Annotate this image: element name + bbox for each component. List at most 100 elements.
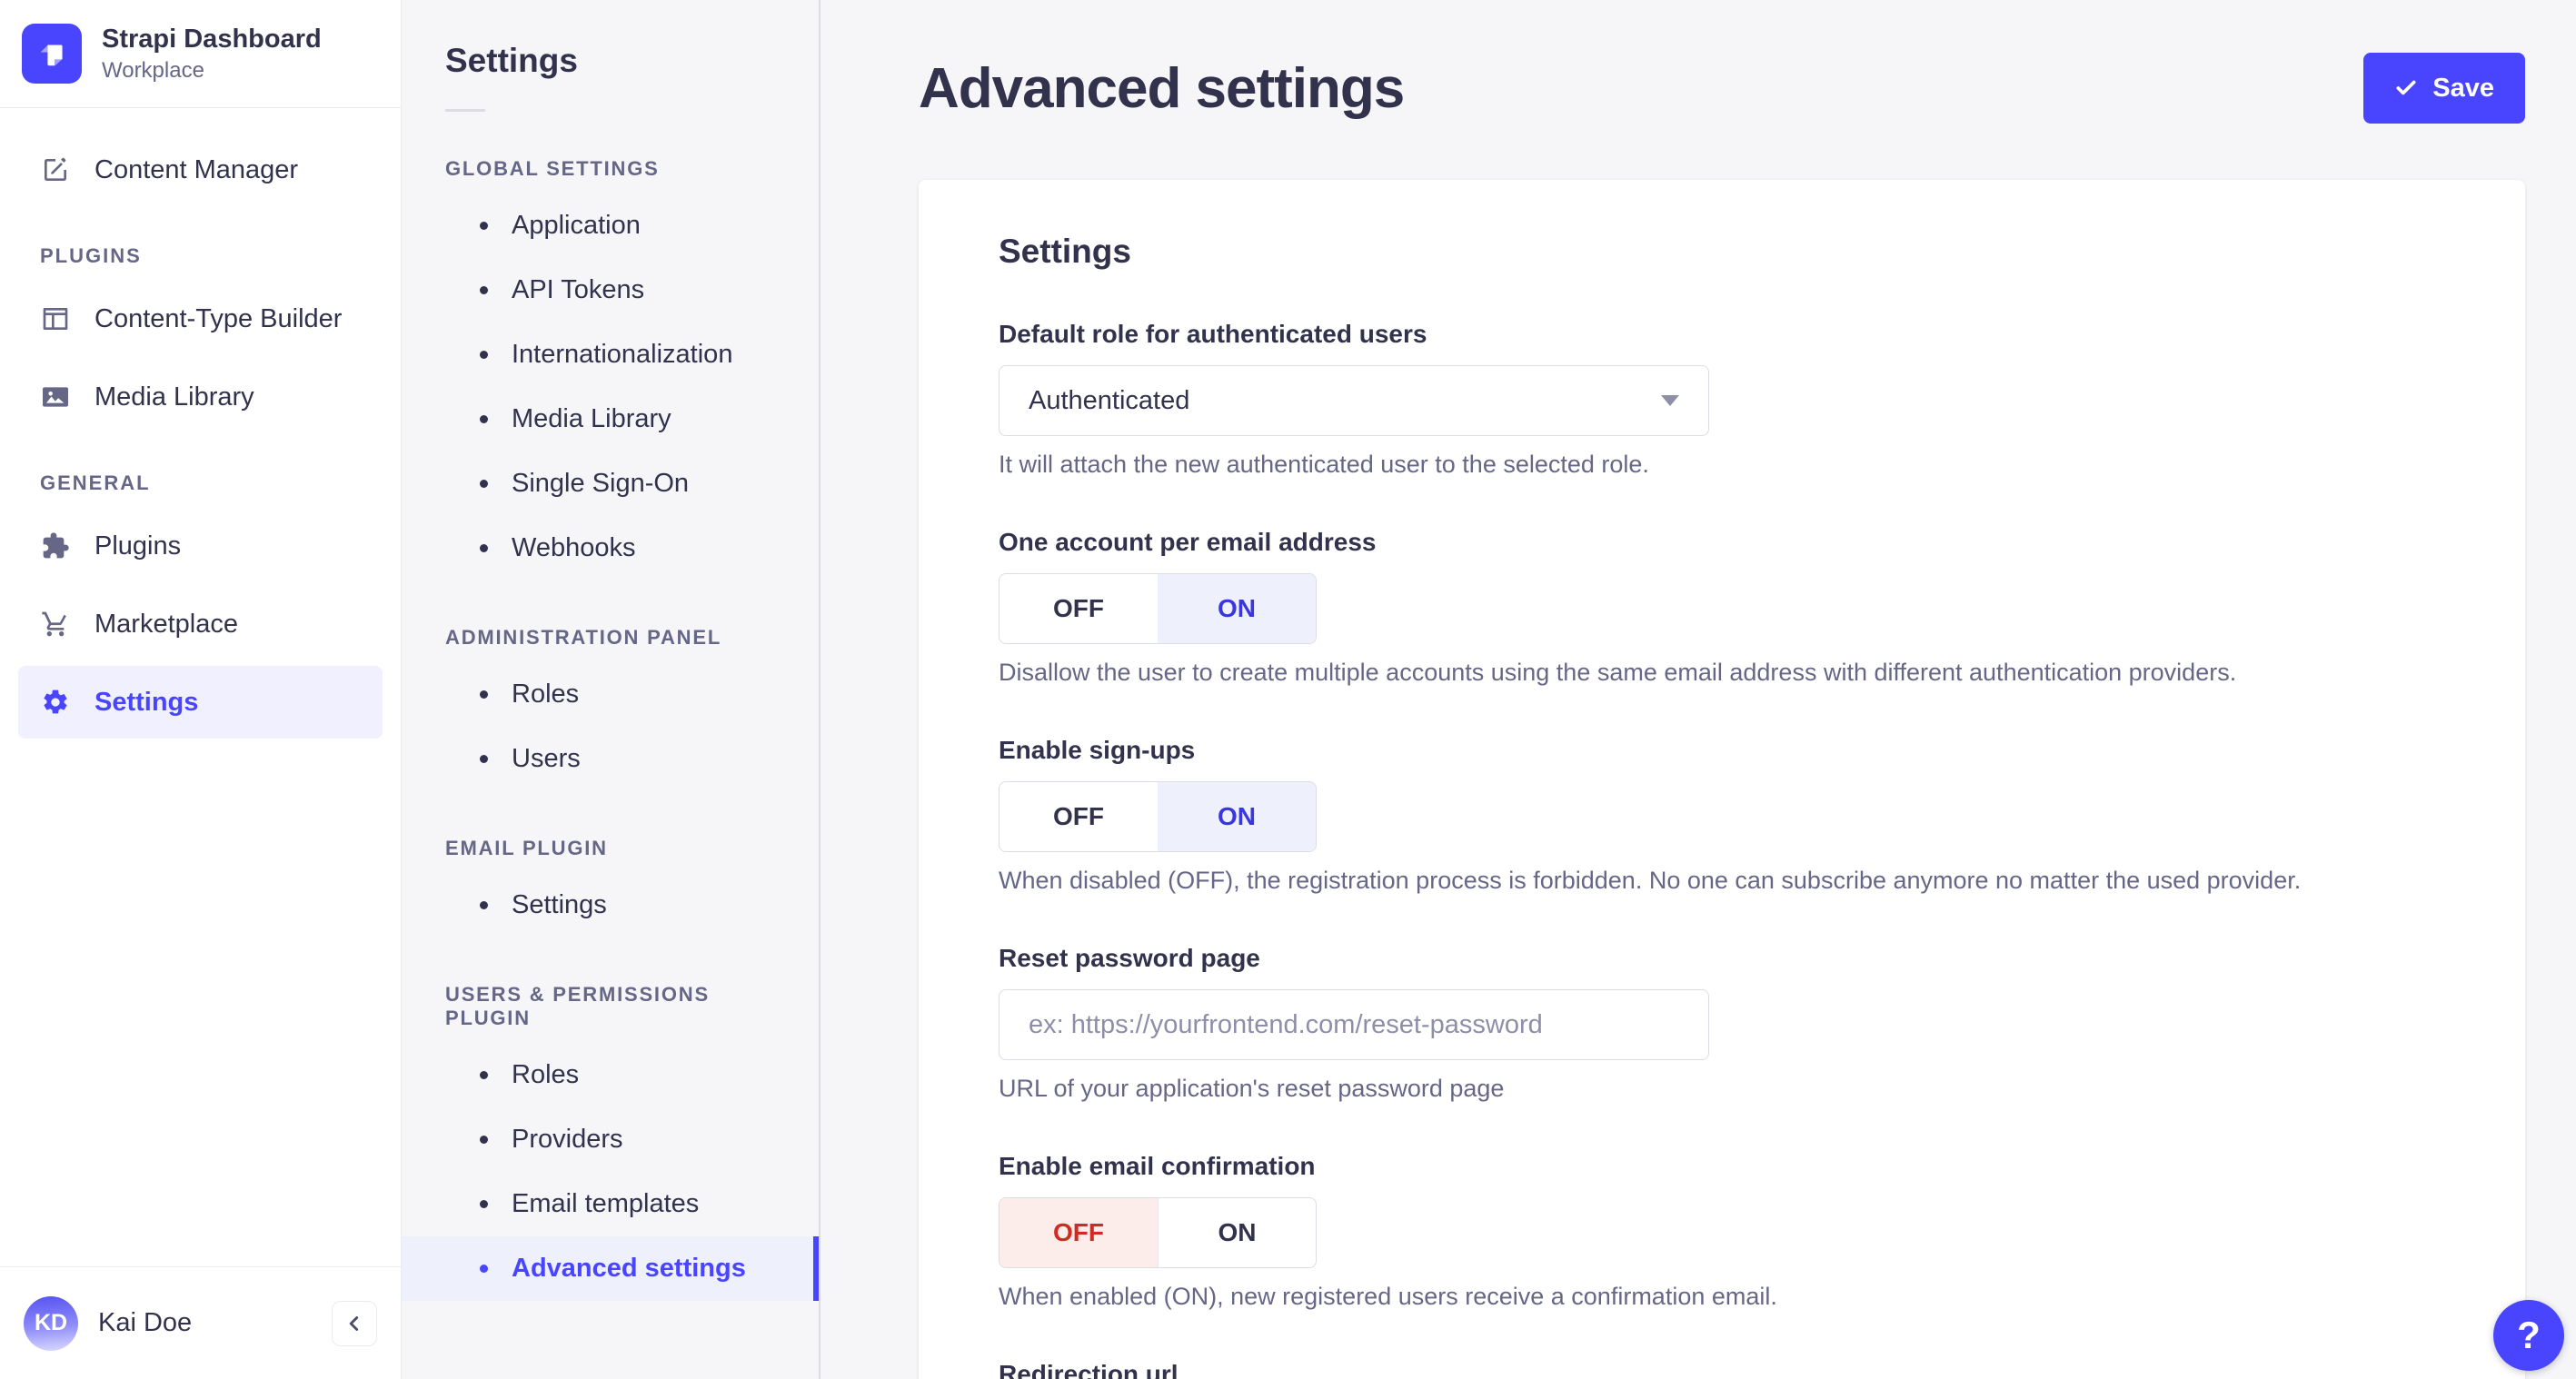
subnav-item-label: Single Sign-On — [512, 469, 690, 498]
subnav-item-internationalization[interactable]: Internationalization — [402, 322, 819, 387]
subnav-item-label: Providers — [512, 1125, 623, 1154]
subnav-item-label: Application — [512, 211, 641, 240]
subnav-item-advanced-settings[interactable]: Advanced settings — [402, 1236, 819, 1301]
sidebar-section-plugins: PLUGINS — [40, 244, 142, 267]
field-reset-password-page: Reset password page URL of your applicat… — [999, 944, 2445, 1103]
sidebar-item-plugins[interactable]: Plugins — [18, 510, 383, 582]
media-library-icon — [40, 382, 71, 412]
sidebar-item-content-type-builder[interactable]: Content-Type Builder — [18, 283, 383, 355]
bullet-icon — [480, 1071, 488, 1079]
subnav-item-label: API Tokens — [512, 275, 645, 304]
sidebar-item-label: Plugins — [94, 531, 182, 561]
subnav-item-label: Email templates — [512, 1189, 700, 1218]
field-redirection-url: Redirection url — [999, 1360, 2445, 1379]
strapi-logo-icon — [22, 24, 82, 84]
toggle-on-option[interactable]: ON — [1158, 1198, 1316, 1267]
field-label: Redirection url — [999, 1360, 1179, 1379]
save-button-label: Save — [2432, 73, 2494, 103]
subnav-item-providers[interactable]: Providers — [402, 1107, 819, 1172]
subnav-item-label: Roles — [512, 1060, 580, 1089]
default-role-select[interactable]: Authenticated — [999, 365, 1709, 436]
subnav-item-label: Roles — [512, 680, 580, 709]
page-header: Advanced settings Save — [919, 0, 2525, 124]
field-hint: When disabled (OFF), the registration pr… — [999, 867, 2302, 894]
subnav-item-webhooks[interactable]: Webhooks — [402, 516, 819, 580]
subnav-section-email-plugin: EMAIL PLUGIN — [445, 837, 608, 859]
bullet-icon — [480, 690, 488, 699]
workspace-name: Workplace — [102, 57, 204, 83]
enable-email-confirmation-toggle: OFF ON — [999, 1197, 1317, 1268]
bullet-icon — [480, 480, 488, 488]
sidebar-item-settings[interactable]: Settings — [18, 666, 383, 739]
one-account-per-email-toggle: OFF ON — [999, 573, 1317, 644]
bullet-icon — [480, 901, 488, 909]
bullet-icon — [480, 222, 488, 230]
toggle-on-option[interactable]: ON — [1158, 782, 1316, 851]
reset-password-page-input[interactable] — [999, 989, 1709, 1060]
help-button[interactable]: ? — [2493, 1300, 2564, 1371]
toggle-off-option[interactable]: OFF — [1000, 782, 1158, 851]
subnav-item-admin-roles[interactable]: Roles — [402, 662, 819, 727]
subnav-section-global-settings: GLOBAL SETTINGS — [445, 157, 660, 180]
field-hint: Disallow the user to create multiple acc… — [999, 659, 2237, 686]
sidebar-item-label: Content-Type Builder — [94, 303, 343, 333]
enable-sign-ups-toggle: OFF ON — [999, 781, 1317, 852]
field-label: Default role for authenticated users — [999, 320, 1427, 348]
sidebar-item-marketplace[interactable]: Marketplace — [18, 588, 383, 660]
user-avatar: KD — [24, 1295, 78, 1351]
field-one-account-per-email: One account per email address OFF ON Dis… — [999, 528, 2445, 687]
field-default-role: Default role for authenticated users Aut… — [999, 320, 2445, 479]
toggle-on-option[interactable]: ON — [1158, 574, 1316, 643]
workspace-brand[interactable]: Strapi Dashboard Workplace — [0, 0, 401, 108]
toggle-off-option[interactable]: OFF — [1000, 574, 1158, 643]
subnav-item-api-tokens[interactable]: API Tokens — [402, 258, 819, 322]
subnav-item-email-settings[interactable]: Settings — [402, 873, 819, 938]
chevron-down-icon — [1661, 395, 1679, 406]
app-title: Strapi Dashboard — [102, 25, 322, 55]
field-enable-email-confirmation: Enable email confirmation OFF ON When en… — [999, 1152, 2445, 1311]
sidebar-item-label: Settings — [94, 687, 199, 717]
subnav-section-administration-panel: ADMINISTRATION PANEL — [445, 626, 722, 649]
toggle-off-option[interactable]: OFF — [1000, 1198, 1158, 1267]
field-hint: URL of your application's reset password… — [999, 1075, 1505, 1102]
sidebar-section-general: GENERAL — [40, 471, 151, 494]
subnav-section-users-permissions-plugin: USERS & PERMISSIONS PLUGIN — [445, 983, 710, 1029]
field-label: Enable email confirmation — [999, 1152, 1316, 1180]
field-label: Enable sign-ups — [999, 736, 1196, 764]
content-manager-icon — [40, 154, 71, 185]
main-content: Advanced settings Save Settings Default … — [821, 0, 2576, 1379]
field-hint: It will attach the new authenticated use… — [999, 451, 1649, 478]
subnav-item-email-templates[interactable]: Email templates — [402, 1172, 819, 1236]
field-hint: When enabled (ON), new registered users … — [999, 1283, 1777, 1310]
subnav-item-label: Settings — [512, 890, 607, 919]
settings-card-title: Settings — [999, 233, 1131, 270]
sidebar-item-label: Content Manager — [94, 154, 299, 184]
bullet-icon — [480, 286, 488, 294]
sidebar-collapse-button[interactable] — [332, 1300, 377, 1346]
page-title: Advanced settings — [919, 56, 1405, 120]
bullet-icon — [480, 1136, 488, 1144]
save-button[interactable]: Save — [2363, 53, 2525, 124]
bullet-icon — [480, 1200, 488, 1208]
bullet-icon — [480, 415, 488, 423]
sidebar-footer: KD Kai Doe — [0, 1266, 401, 1379]
bullet-icon — [480, 1265, 488, 1273]
sidebar-item-content-manager[interactable]: Content Manager — [18, 134, 383, 206]
field-enable-sign-ups: Enable sign-ups OFF ON When disabled (OF… — [999, 736, 2445, 895]
bullet-icon — [480, 351, 488, 359]
subnav-item-label: Internationalization — [512, 340, 733, 369]
subnav-item-application[interactable]: Application — [402, 193, 819, 258]
field-label: One account per email address — [999, 528, 1377, 556]
main-sidebar: Strapi Dashboard Workplace Content Manag… — [0, 0, 402, 1379]
sidebar-item-label: Marketplace — [94, 609, 238, 639]
content-type-builder-icon — [40, 303, 71, 334]
user-name[interactable]: Kai Doe — [98, 1308, 312, 1338]
subnav-item-single-sign-on[interactable]: Single Sign-On — [402, 451, 819, 516]
subnav-item-up-roles[interactable]: Roles — [402, 1043, 819, 1107]
sidebar-item-media-library[interactable]: Media Library — [18, 361, 383, 433]
subnav-item-label: Webhooks — [512, 533, 636, 562]
marketplace-cart-icon — [40, 609, 71, 640]
subnav-divider — [445, 109, 485, 112]
subnav-item-media-library[interactable]: Media Library — [402, 387, 819, 451]
subnav-item-admin-users[interactable]: Users — [402, 727, 819, 791]
